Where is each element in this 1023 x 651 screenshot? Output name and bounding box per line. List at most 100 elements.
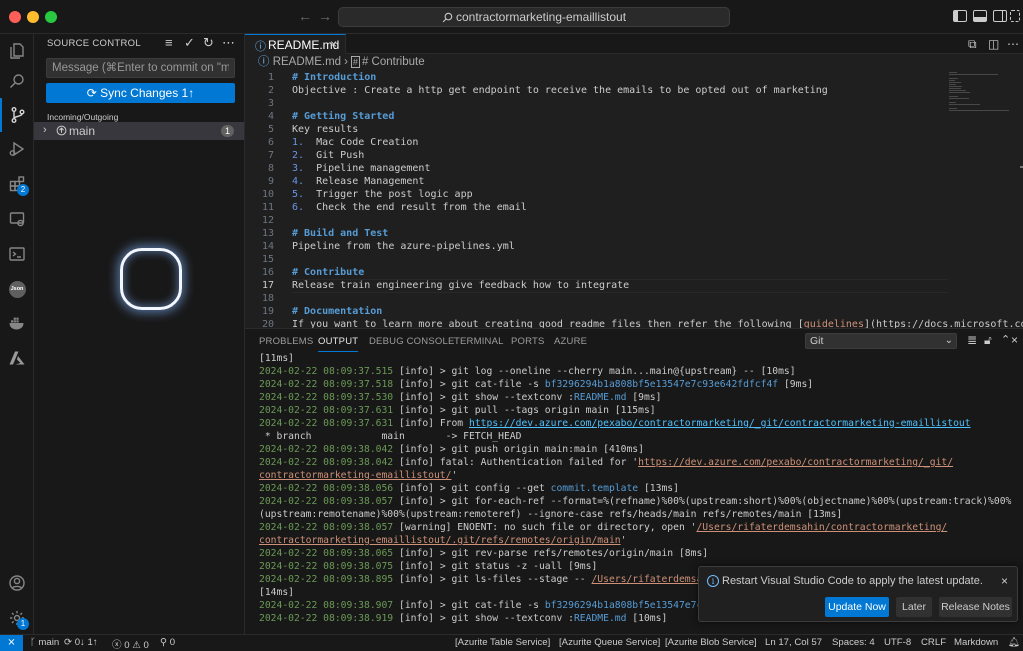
- split-editor-icon[interactable]: ◫: [988, 37, 999, 51]
- toggle-secondary-sidebar-icon[interactable]: [993, 10, 1007, 22]
- more-actions-icon[interactable]: ⋯: [222, 35, 235, 51]
- code-line[interactable]: 1 # Introduction: [245, 71, 1023, 84]
- close-tab-icon[interactable]: ×: [330, 37, 337, 51]
- log-link[interactable]: https://dev.azure.com/pexabo/contractorm…: [638, 457, 953, 468]
- status-sync[interactable]: ⟳ 0↓ 1↑: [64, 637, 98, 648]
- extensions-button[interactable]: 2: [0, 167, 34, 201]
- log-link[interactable]: /Users/rifaterdemsahin/contractormarketi…: [696, 522, 947, 533]
- log-token: [info] > git config --get: [393, 483, 551, 494]
- close-notification-icon[interactable]: ×: [1001, 574, 1008, 588]
- code-line[interactable]: 4 # Getting Started: [245, 110, 1023, 123]
- breadcrumb-symbol[interactable]: # Contribute: [362, 56, 425, 68]
- log-link[interactable]: contractormarketing-emaillistout/: [259, 470, 451, 481]
- update-now-button[interactable]: Update Now: [825, 597, 889, 617]
- toggle-panel-icon[interactable]: [973, 10, 987, 22]
- minimize-window-button[interactable]: [27, 11, 39, 23]
- toggle-primary-sidebar-icon[interactable]: [953, 10, 967, 22]
- code-line[interactable]: 13 # Build and Test: [245, 227, 1023, 240]
- status-ports[interactable]: ⚲ 0: [160, 637, 175, 648]
- open-preview-icon[interactable]: ⧉: [968, 37, 977, 52]
- status-problems[interactable]: ⓧ 0 ⚠ 0: [112, 637, 149, 651]
- line-number: 18: [261, 293, 274, 304]
- docker-button[interactable]: [0, 306, 34, 340]
- terminal-button[interactable]: [0, 237, 34, 271]
- release-notes-button[interactable]: Release Notes: [939, 597, 1012, 617]
- code-line[interactable]: 18: [245, 292, 1023, 305]
- status-azurite-blob[interactable]: [Azurite Blob Service]: [665, 637, 757, 648]
- panel-tab-problems[interactable]: PROBLEMS: [259, 336, 313, 347]
- remote-explorer-button[interactable]: [0, 202, 34, 236]
- status-cursor-position[interactable]: Ln 17, Col 57: [765, 637, 822, 648]
- code-editor[interactable]: 1 # Introduction 2 Objective : Create a htt…: [245, 70, 1023, 328]
- code-line[interactable]: 3: [245, 97, 1023, 110]
- status-language[interactable]: Markdown: [954, 637, 998, 648]
- code-line[interactable]: 6 1. Mac Code Creation: [245, 136, 1023, 149]
- code-line[interactable]: 14 Pipeline from the azure-pipelines.yml: [245, 240, 1023, 253]
- code-line[interactable]: 20 If you want to learn more about creati…: [245, 318, 1023, 328]
- tab-readme[interactable]: ⓘ README.md ×: [245, 34, 346, 54]
- panel-tab-output[interactable]: OUTPUT: [318, 336, 359, 352]
- code-line[interactable]: 10 5. Trigger the post logic app: [245, 188, 1023, 201]
- lock-scroll-icon[interactable]: 🔓︎: [984, 333, 992, 348]
- code-line[interactable]: 8 3. Pipeline management: [245, 162, 1023, 175]
- command-center-search[interactable]: contractormarketing-emaillistout: [338, 7, 730, 27]
- line-number: 10: [261, 189, 274, 200]
- manage-badge: 1: [17, 618, 29, 630]
- branch-tree-item[interactable]: › main 1: [34, 122, 244, 140]
- code-line[interactable]: 9 4. Release Management: [245, 175, 1023, 188]
- run-debug-button[interactable]: [0, 132, 34, 166]
- close-window-button[interactable]: [9, 11, 21, 23]
- search-button[interactable]: [0, 64, 34, 98]
- code-line[interactable]: 7 2. Git Push: [245, 149, 1023, 162]
- commit-message-input[interactable]: [46, 58, 235, 78]
- source-control-button[interactable]: [0, 98, 34, 132]
- maximize-panel-icon[interactable]: ⌃: [1001, 333, 1010, 346]
- code-token: guidelines: [803, 319, 864, 328]
- back-arrow-icon[interactable]: ←: [298, 8, 312, 24]
- output-channel-select[interactable]: Git ⌄: [805, 333, 957, 349]
- sync-changes-button[interactable]: ⟳ Sync Changes 1↑: [46, 83, 235, 103]
- json-button[interactable]: Json: [0, 272, 34, 306]
- panel-tab-ports[interactable]: PORTS: [511, 336, 545, 347]
- code-line[interactable]: 15: [245, 253, 1023, 266]
- commit-checkmark-icon[interactable]: ✓: [184, 35, 195, 51]
- code-line[interactable]: 19 # Documentation: [245, 305, 1023, 318]
- panel-tab-terminal[interactable]: TERMINAL: [454, 336, 504, 347]
- panel-tab-debug-console[interactable]: DEBUG CONSOLE: [369, 336, 454, 347]
- code-line[interactable]: 11 6. Check the end result from the email: [245, 201, 1023, 214]
- manage-button[interactable]: 1: [0, 601, 34, 635]
- explorer-button[interactable]: [0, 34, 34, 68]
- code-line[interactable]: 17 Release train engineering give feedbac…: [245, 279, 1023, 293]
- code-line[interactable]: 2 Objective : Create a http get endpoint …: [245, 84, 1023, 97]
- command-center-label: contractormarketing-emaillistout: [455, 10, 627, 24]
- editor-more-actions-icon[interactable]: ⋯: [1007, 37, 1019, 51]
- refresh-icon[interactable]: ↻: [203, 35, 214, 51]
- panel-tab-azure[interactable]: AZURE: [554, 336, 587, 347]
- status-indentation[interactable]: Spaces: 4: [832, 637, 875, 648]
- remote-indicator[interactable]: ⨯: [0, 635, 23, 651]
- status-eol[interactable]: CRLF: [921, 637, 946, 648]
- code-line[interactable]: 5 Key results: [245, 123, 1023, 136]
- code-line[interactable]: 12: [245, 214, 1023, 227]
- clear-output-icon[interactable]: ≣: [967, 333, 977, 347]
- extensions-badge: 2: [17, 184, 29, 196]
- azure-button[interactable]: [0, 341, 34, 375]
- status-azurite-queue[interactable]: [Azurite Queue Service]: [559, 637, 660, 648]
- customize-layout-icon[interactable]: [1010, 10, 1020, 22]
- log-link[interactable]: https://dev.azure.com/pexabo/contractorm…: [469, 418, 971, 429]
- status-branch[interactable]: ᚴ main: [30, 637, 59, 648]
- minimap[interactable]: [949, 72, 1009, 112]
- accounts-button[interactable]: [0, 566, 34, 600]
- status-encoding[interactable]: UTF-8: [884, 637, 911, 648]
- maximize-window-button[interactable]: [45, 11, 57, 23]
- code-line[interactable]: 16 # Contribute: [245, 266, 1023, 279]
- close-panel-icon[interactable]: ×: [1011, 333, 1018, 347]
- view-as-list-icon[interactable]: ≡: [165, 35, 173, 50]
- log-link[interactable]: contractormarketing-emaillistout/.git/re…: [259, 535, 621, 546]
- notifications-bell-icon[interactable]: 🔔︎: [1008, 637, 1020, 648]
- minimap-line: [949, 72, 957, 73]
- breadcrumb-file[interactable]: README.md: [273, 56, 341, 68]
- forward-arrow-icon[interactable]: →: [318, 8, 332, 24]
- status-azurite-table[interactable]: [Azurite Table Service]: [455, 637, 550, 648]
- later-button[interactable]: Later: [896, 597, 932, 617]
